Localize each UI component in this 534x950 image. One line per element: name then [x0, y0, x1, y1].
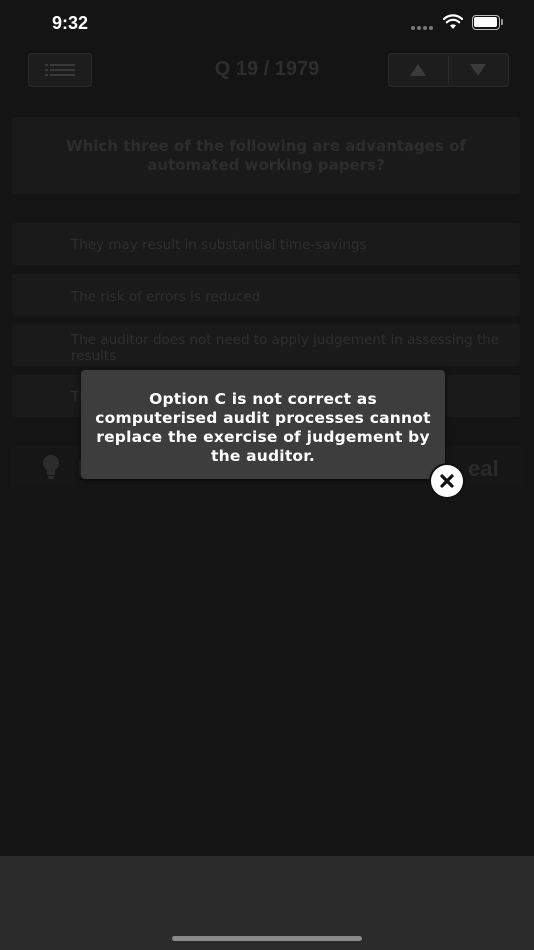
- reveal-button-label[interactable]: eal: [468, 456, 499, 482]
- status-bar: 9:32: [0, 0, 534, 48]
- popup-message: Option C is not correct as computerised …: [95, 390, 431, 465]
- top-nav-bar: Q 19 / 1979: [0, 48, 534, 94]
- popup-close-button[interactable]: [431, 465, 463, 497]
- close-icon: [440, 474, 454, 488]
- question-card: Which three of the following are advanta…: [12, 117, 520, 194]
- option-text: The auditor does not need to apply judge…: [71, 332, 500, 364]
- triangle-up-icon: [410, 64, 426, 76]
- option-text: They may result in substantial time-savi…: [71, 237, 367, 253]
- option-b[interactable]: The risk of errors is reduced: [12, 274, 520, 316]
- battery-icon: [472, 15, 504, 30]
- explanation-popup: Option C is not correct as computerised …: [81, 370, 445, 479]
- previous-question-button[interactable]: [389, 54, 448, 86]
- next-question-button[interactable]: [449, 54, 508, 86]
- question-nav-arrows: [388, 53, 509, 87]
- status-time: 9:32: [52, 13, 89, 33]
- question-text: Which three of the following are advanta…: [66, 137, 466, 174]
- option-a[interactable]: They may result in substantial time-savi…: [12, 223, 520, 265]
- option-text: The risk of errors is reduced: [71, 289, 261, 305]
- triangle-down-icon: [470, 64, 486, 76]
- option-c[interactable]: The auditor does not need to apply judge…: [12, 324, 520, 366]
- lightbulb-icon[interactable]: [40, 454, 62, 480]
- signal-dots-icon: [411, 26, 435, 30]
- home-indicator[interactable]: [172, 936, 362, 941]
- wifi-icon: [443, 14, 463, 29]
